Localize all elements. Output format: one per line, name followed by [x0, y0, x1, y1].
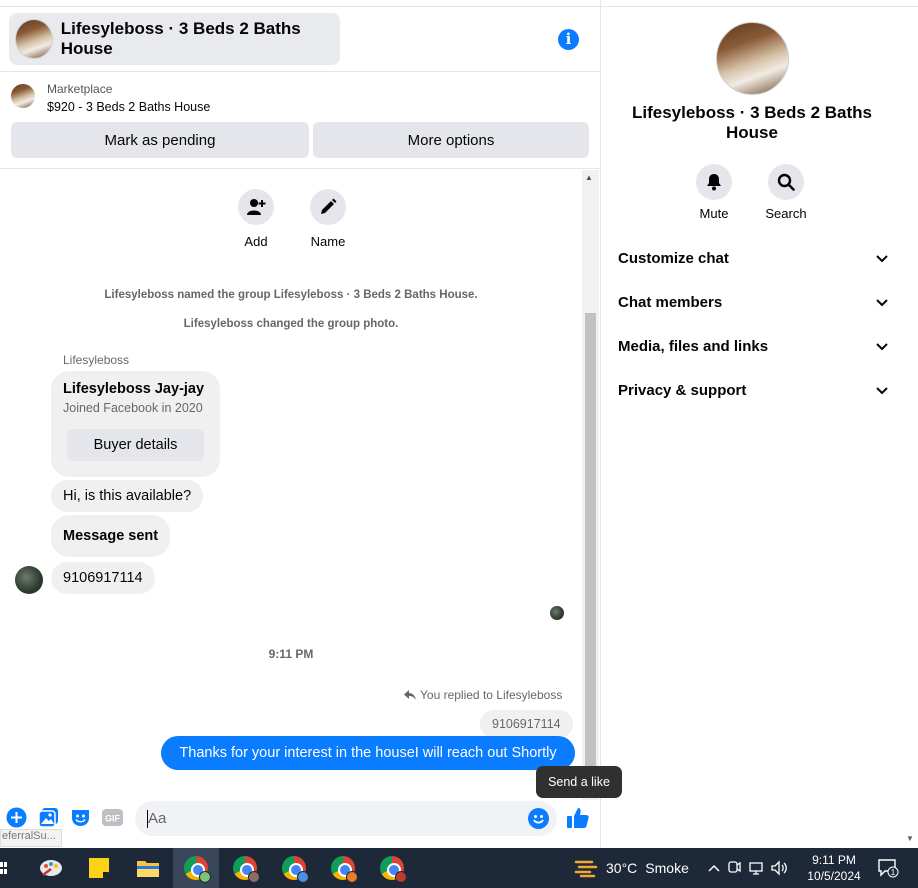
- incoming-message[interactable]: Hi, is this available?: [51, 480, 204, 512]
- incoming-message[interactable]: Message sent: [51, 515, 171, 557]
- composer-actions: GIF: [5, 806, 124, 829]
- conversation-pane: Lifesyleboss · 3 Beds 2 Baths House i Ma…: [0, 0, 622, 848]
- reply-context: You replied to Lifesyleboss: [404, 688, 562, 702]
- search-icon: [768, 164, 804, 200]
- volume-icon[interactable]: [770, 860, 788, 876]
- group-photo: [15, 19, 53, 59]
- scroll-thumb[interactable]: [585, 313, 596, 793]
- buyer-details-button[interactable]: Buyer details: [67, 429, 204, 461]
- bell-icon: [696, 164, 732, 200]
- photo-icon[interactable]: [37, 806, 60, 829]
- group-avatar[interactable]: [716, 22, 789, 95]
- svg-text:GIF: GIF: [105, 814, 121, 824]
- message-timestamp: 9:11 PM: [268, 647, 314, 661]
- panel-title: Lifesyleboss · 3 Beds 2 Baths House: [632, 103, 872, 142]
- weather-condition: Smoke: [645, 860, 689, 876]
- outgoing-message[interactable]: Thanks for your interest in the houseI w…: [161, 736, 575, 770]
- mute-button[interactable]: Mute: [684, 164, 744, 221]
- quoted-message[interactable]: 9106917114: [480, 710, 573, 738]
- seen-receipt-avatar: [550, 606, 564, 620]
- system-message: Lifesyleboss changed the group photo.: [183, 318, 399, 330]
- sticky-notes-icon[interactable]: [76, 848, 122, 888]
- sender-name: Lifesyleboss: [63, 353, 130, 367]
- file-explorer-icon[interactable]: [125, 848, 171, 888]
- add-person-icon: [238, 189, 274, 225]
- more-options-button[interactable]: More options: [313, 122, 589, 158]
- gif-icon[interactable]: GIF: [101, 806, 124, 829]
- marketplace-label: Marketplace: [47, 82, 113, 96]
- clock-date: 10/5/2024: [807, 869, 861, 883]
- chevron-down-icon: [876, 342, 888, 350]
- listing-title[interactable]: $920 - 3 Beds 2 Baths House: [47, 100, 210, 114]
- scroll-up-arrow-icon[interactable]: ▲: [585, 173, 593, 182]
- chevron-down-icon: [876, 298, 888, 306]
- clock-time: 9:11 PM: [812, 853, 856, 867]
- taskbar: 30°C Smoke 9:11 PM 10/5/2024 1: [0, 848, 918, 888]
- message-input-placeholder: Aa: [148, 810, 167, 827]
- chrome-app-icon[interactable]: [173, 848, 219, 888]
- section-label: Privacy & support: [618, 382, 747, 399]
- listing-thumbnail[interactable]: [11, 84, 35, 108]
- search-label: Search: [765, 206, 807, 221]
- buyer-card: Lifesyleboss Jay-jay Joined Facebook in …: [51, 371, 220, 477]
- name-label: Name: [310, 234, 346, 249]
- incoming-message[interactable]: 9106917114: [51, 562, 155, 594]
- weather-widget[interactable]: 30°C Smoke: [574, 848, 689, 888]
- section-label: Customize chat: [618, 250, 729, 267]
- chrome-app-icon[interactable]: [271, 848, 317, 888]
- pencil-icon: [310, 189, 346, 225]
- add-people-button[interactable]: Add: [231, 189, 281, 249]
- buyer-name: Lifesyleboss Jay-jay: [63, 381, 205, 397]
- section-chat-members[interactable]: Chat members: [618, 294, 888, 311]
- send-like-tooltip: Send a like: [536, 766, 622, 798]
- clock[interactable]: 9:11 PM 10/5/2024: [800, 852, 868, 884]
- chevron-down-icon: [876, 254, 888, 262]
- chevron-down-icon: [876, 386, 888, 394]
- name-group-button[interactable]: Name: [303, 189, 353, 249]
- buyer-joined: Joined Facebook in 2020: [63, 401, 203, 415]
- section-privacy-support[interactable]: Privacy & support: [618, 382, 888, 399]
- referral-tab[interactable]: eferralSu...: [0, 829, 62, 847]
- info-icon[interactable]: i: [558, 29, 579, 50]
- notification-center-icon[interactable]: 1: [877, 858, 899, 878]
- mute-label: Mute: [699, 206, 729, 221]
- scroll-down-arrow-icon[interactable]: ▼: [906, 834, 914, 843]
- chevron-up-icon[interactable]: [708, 864, 720, 872]
- sticker-icon[interactable]: [69, 806, 92, 829]
- thumbs-up-icon[interactable]: [566, 806, 590, 830]
- message-scrollbar[interactable]: ▲: [582, 170, 599, 800]
- system-tray: [708, 848, 788, 888]
- emoji-icon[interactable]: [528, 808, 549, 829]
- search-button[interactable]: Search: [756, 164, 816, 221]
- system-message: Lifesyleboss named the group Lifesylebos…: [104, 289, 478, 301]
- section-media-files-links[interactable]: Media, files and links: [618, 338, 888, 355]
- smoke-weather-icon: [574, 860, 598, 878]
- message-input[interactable]: Aa: [135, 801, 557, 836]
- chrome-app-icon[interactable]: [222, 848, 268, 888]
- section-customize-chat[interactable]: Customize chat: [618, 250, 888, 267]
- windows-icon[interactable]: [0, 860, 8, 876]
- sender-avatar[interactable]: [15, 566, 43, 594]
- section-label: Media, files and links: [618, 338, 769, 355]
- paint-app-icon[interactable]: [28, 848, 74, 888]
- add-label: Add: [244, 234, 268, 249]
- network-icon[interactable]: [748, 860, 764, 876]
- chrome-app-icon[interactable]: [369, 848, 415, 888]
- notification-count: 1: [891, 868, 896, 877]
- chrome-app-icon[interactable]: [320, 848, 366, 888]
- meet-now-icon[interactable]: [726, 860, 742, 876]
- mark-as-pending-button[interactable]: Mark as pending: [11, 122, 309, 158]
- conversation-header[interactable]: Lifesyleboss · 3 Beds 2 Baths House: [9, 13, 340, 65]
- temperature: 30°C: [606, 860, 638, 876]
- plus-circle-icon[interactable]: [5, 806, 28, 829]
- conversation-title: Lifesyleboss · 3 Beds 2 Baths House: [60, 19, 301, 58]
- section-label: Chat members: [618, 294, 723, 311]
- reply-arrow-icon: [404, 690, 416, 700]
- reply-context-label: You replied to Lifesyleboss: [420, 688, 563, 702]
